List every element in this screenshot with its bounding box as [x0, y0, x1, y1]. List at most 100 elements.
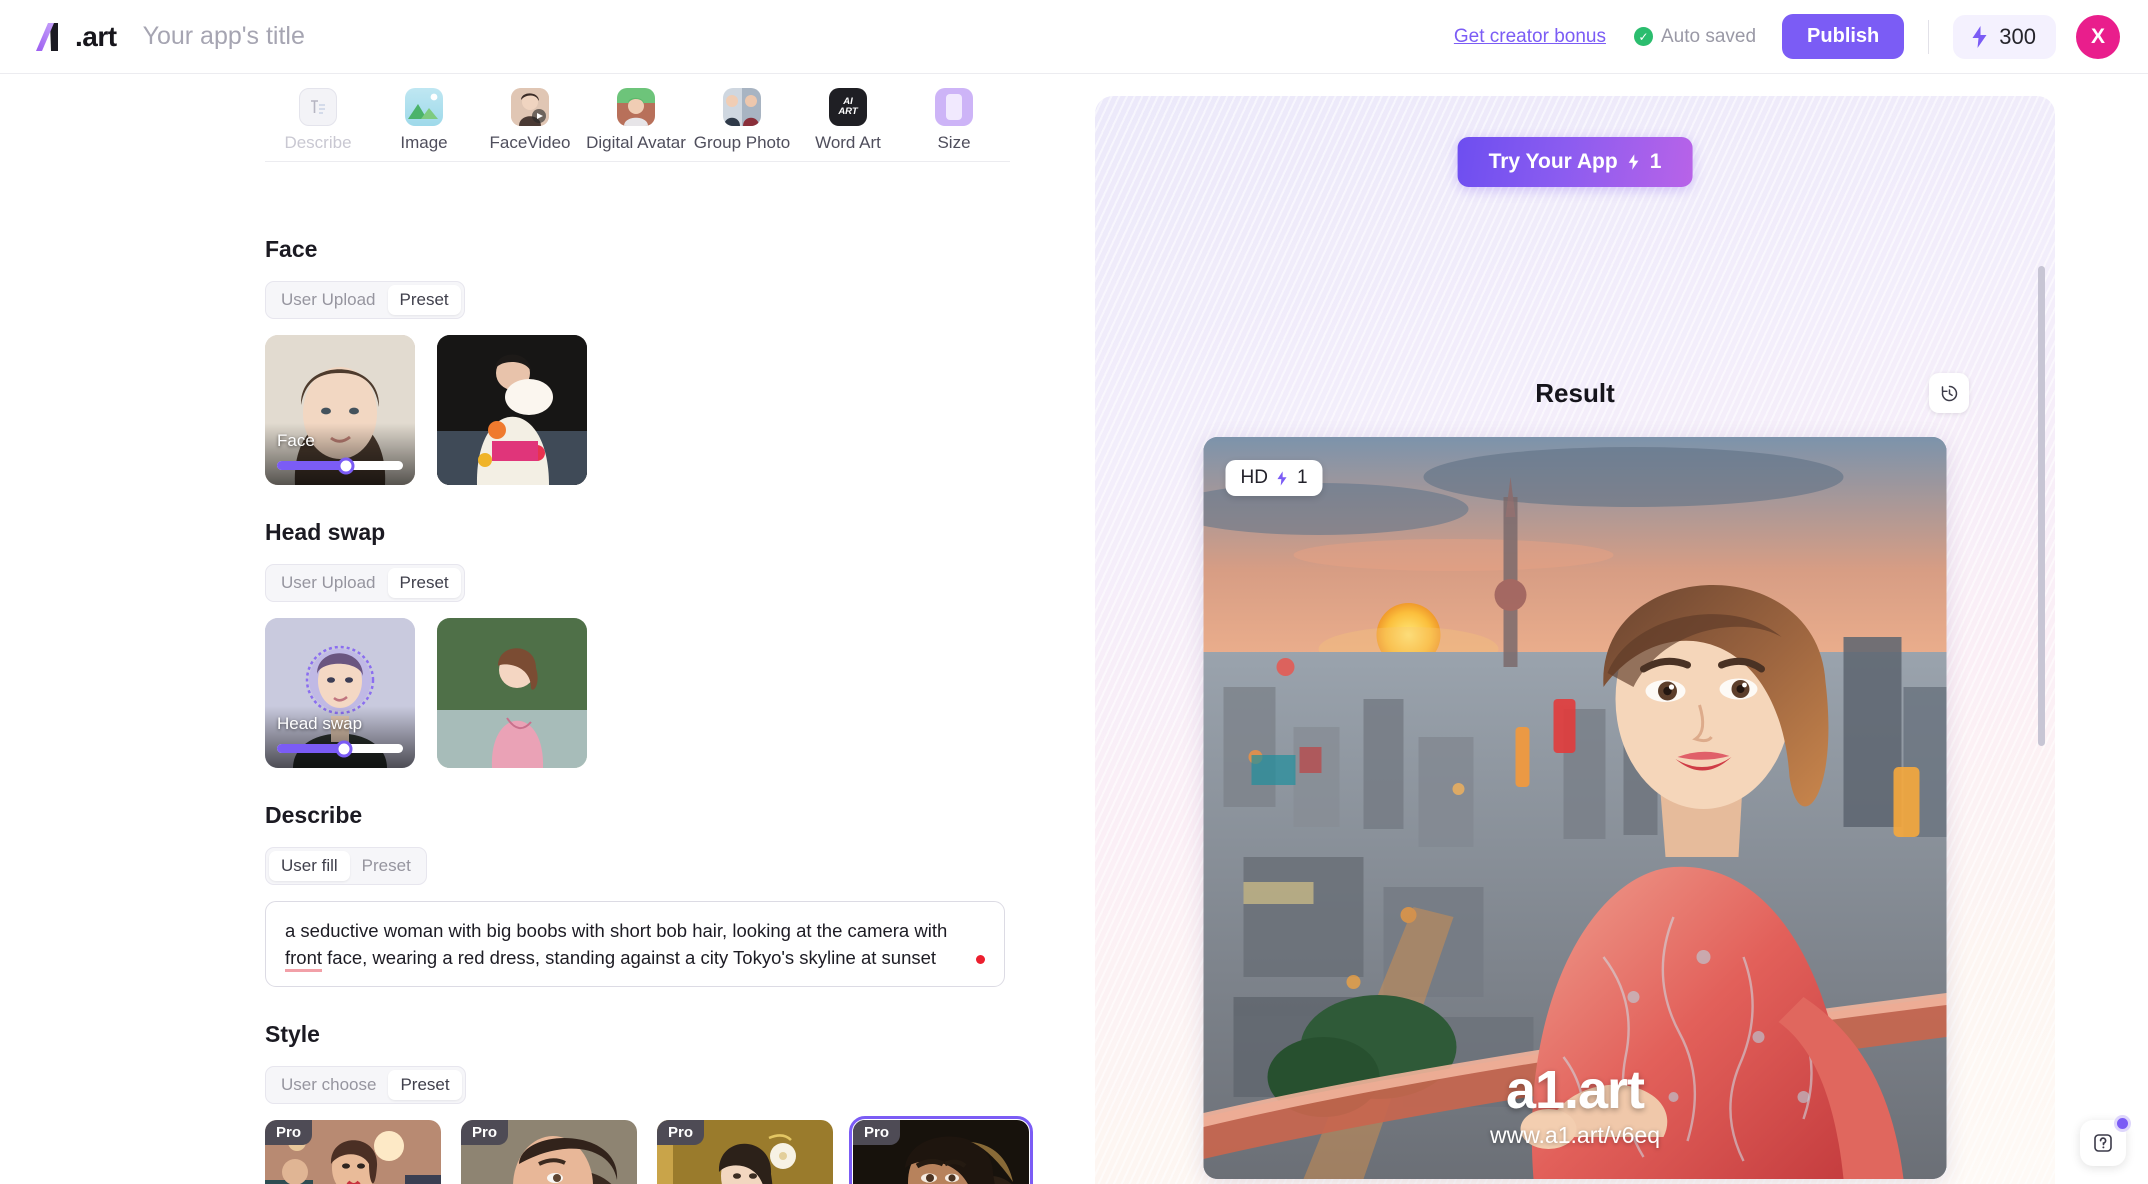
- section-title-head-swap: Head swap: [265, 519, 386, 545]
- tab-image[interactable]: Image: [371, 88, 477, 153]
- head-swap-strength-slider[interactable]: [277, 740, 403, 757]
- prompt-text-part1: a seductive woman with big boobs with sh…: [285, 920, 948, 941]
- face-thumb-alt-art: [437, 335, 587, 485]
- face-seg-user-upload[interactable]: User Upload: [269, 285, 388, 315]
- auto-saved-label: Auto saved: [1660, 25, 1757, 47]
- style-card-1-pro-badge: Pro: [265, 1120, 313, 1146]
- head-swap-slider-knob[interactable]: [335, 740, 353, 757]
- section-title-style: Style: [265, 1021, 320, 1048]
- group-photo-icon: [723, 88, 761, 126]
- size-frame-icon: [935, 88, 973, 126]
- tab-label-image: Image: [400, 133, 448, 152]
- describe-source-toggle[interactable]: User fill Preset: [265, 847, 427, 885]
- user-avatar[interactable]: X: [2076, 14, 2120, 59]
- tab-label-digital-avatar: Digital Avatar: [586, 133, 686, 152]
- logo-text: .art: [75, 20, 117, 52]
- style-card-list: Pro 90s American Vintage ...: [265, 1116, 1095, 1184]
- tab-digital-avatar[interactable]: Digital Avatar: [583, 88, 689, 153]
- credits-value: 300: [1999, 23, 2036, 49]
- brand-logo[interactable]: .art: [34, 17, 117, 57]
- section-head-swap: Head swap User Upload Preset Head swap: [0, 519, 1095, 768]
- prompt-text-part2: face, wearing a red dress, standing agai…: [322, 947, 937, 969]
- history-clock-icon: [1941, 385, 1957, 401]
- face-thumbnails: Face: [265, 335, 1095, 485]
- word-art-icon: AI ART: [829, 88, 867, 126]
- face-thumb-alt[interactable]: [437, 335, 587, 485]
- head-swap-seg-preset[interactable]: Preset: [387, 568, 461, 598]
- section-title-describe: Describe: [265, 802, 363, 828]
- header-actions: Get creator bonus ✓ Auto saved Publish 3…: [1454, 14, 2120, 59]
- face-strength-slider[interactable]: [277, 457, 403, 474]
- face-slider-fill: [277, 461, 347, 470]
- head-swap-slider-fill: [277, 744, 344, 753]
- style-card-realistic-painting[interactable]: Pro Realistic Painting: [657, 1120, 833, 1184]
- result-header: Result: [1095, 373, 2055, 413]
- tab-label-facevideo: FaceVideo: [489, 133, 571, 152]
- preview-scrollbar[interactable]: [2038, 266, 2045, 746]
- app-header: .art Your app's title Get creator bonus …: [0, 0, 2148, 74]
- tab-label-describe: Describe: [284, 133, 352, 152]
- get-creator-bonus-link[interactable]: Get creator bonus: [1454, 26, 1606, 48]
- lightning-bolt-icon: [1277, 470, 1288, 486]
- describe-seg-user-fill[interactable]: User fill: [269, 851, 350, 881]
- hd-cost: 1: [1296, 467, 1308, 488]
- style-card-90s-american-vintage[interactable]: Pro 90s American Vintage ...: [265, 1120, 441, 1184]
- result-generated-image: [1203, 437, 1947, 1179]
- style-card-serene[interactable]: Pro Serene: [849, 1116, 1033, 1184]
- digital-avatar-icon: [617, 88, 655, 126]
- tab-word-art[interactable]: AI ART Word Art: [795, 88, 901, 153]
- section-title-face: Face: [265, 236, 318, 262]
- lightning-bolt-icon: [1628, 154, 1639, 170]
- head-swap-thumb-alt-art: [437, 618, 587, 768]
- face-video-icon: [511, 88, 549, 126]
- history-button[interactable]: [1929, 373, 1969, 413]
- credits-balance[interactable]: 300: [1953, 14, 2056, 59]
- style-source-toggle[interactable]: User choose Preset: [265, 1066, 466, 1105]
- tab-label-word-art: Word Art: [815, 133, 881, 152]
- describe-seg-preset[interactable]: Preset: [350, 851, 423, 881]
- help-button[interactable]: [2080, 1115, 2131, 1166]
- tab-describe[interactable]: Describe: [265, 88, 371, 153]
- a1art-logo-icon: [36, 22, 58, 51]
- tool-tabbar: Describe Image FaceVideo Digital Avatar …: [265, 88, 1010, 162]
- hd-badge[interactable]: HD 1: [1225, 460, 1323, 496]
- editor-scroll-body[interactable]: Face User Upload Preset Face Head swap U…: [0, 224, 1095, 1184]
- tab-group-photo[interactable]: Group Photo: [689, 88, 795, 153]
- hd-label: HD: [1240, 467, 1268, 488]
- tab-facevideo[interactable]: FaceVideo: [477, 88, 583, 153]
- style-seg-user-choose[interactable]: User choose: [269, 1070, 388, 1100]
- describe-text-icon: [299, 88, 337, 126]
- try-your-app-label: Try Your App: [1488, 150, 1618, 173]
- result-title: Result: [1535, 378, 1615, 408]
- style-seg-preset[interactable]: Preset: [388, 1070, 462, 1101]
- preview-panel: Try Your App 1 Result HD 1 a1.art www.a1…: [1095, 96, 2055, 1184]
- style-card-3-pro-badge: Pro: [657, 1120, 705, 1146]
- head-swap-thumb-selected[interactable]: Head swap: [265, 618, 415, 768]
- image-mountain-icon: [405, 88, 443, 126]
- section-style: Style User choose Preset Pro Pro Pro Pro: [0, 1021, 1095, 1184]
- prompt-text: a seductive woman with big boobs with sh…: [285, 917, 985, 973]
- prompt-input[interactable]: a seductive woman with big boobs with sh…: [265, 901, 1005, 988]
- style-card-4-pro-badge: Pro: [853, 1120, 901, 1146]
- face-slider-knob[interactable]: [337, 457, 355, 474]
- head-swap-source-toggle[interactable]: User Upload Preset: [265, 564, 465, 602]
- tab-size[interactable]: Size: [901, 88, 1007, 153]
- style-card-copax-real-rpo[interactable]: Pro Copax REAL RPO: [461, 1120, 637, 1184]
- lightning-bolt-icon: [1972, 25, 1987, 48]
- question-mark-icon: [2094, 1134, 2112, 1152]
- head-swap-thumb-alt[interactable]: [437, 618, 587, 768]
- section-describe: Describe User fill Preset a seductive wo…: [0, 802, 1095, 988]
- style-card-2-pro-badge: Pro: [461, 1120, 509, 1146]
- section-face: Face User Upload Preset Face: [0, 236, 1095, 485]
- publish-button[interactable]: Publish: [1782, 14, 1905, 59]
- try-your-app-button[interactable]: Try Your App 1: [1457, 137, 1693, 187]
- app-title[interactable]: Your app's title: [143, 22, 305, 51]
- tab-label-group-photo: Group Photo: [693, 133, 791, 152]
- face-seg-preset[interactable]: Preset: [387, 285, 461, 315]
- face-thumb-selected[interactable]: Face: [265, 335, 415, 485]
- tab-label-size: Size: [937, 133, 971, 152]
- result-image-card[interactable]: HD 1 a1.art www.a1.art/v6eq: [1203, 437, 1947, 1179]
- face-source-toggle[interactable]: User Upload Preset: [265, 281, 465, 319]
- check-circle-icon: ✓: [1633, 27, 1653, 46]
- head-swap-seg-user-upload[interactable]: User Upload: [269, 568, 388, 598]
